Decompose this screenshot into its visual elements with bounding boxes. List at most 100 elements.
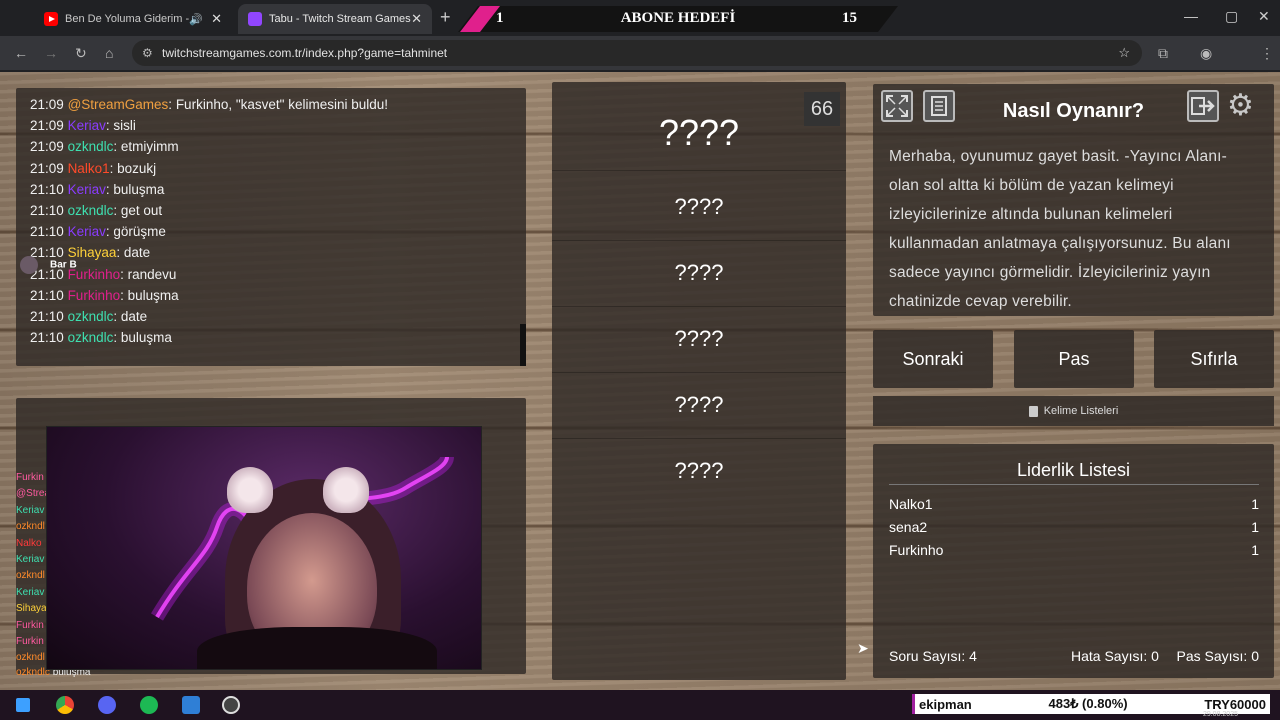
- chat-time: 21:10: [30, 330, 64, 346]
- chat-text: görüşme: [109, 224, 166, 240]
- exit-icon[interactable]: [1187, 90, 1219, 122]
- close-window-icon[interactable]: ✕: [1258, 8, 1270, 25]
- chat-username[interactable]: ozkndlc: [68, 139, 114, 154]
- chat-username[interactable]: ozkndlc: [68, 203, 114, 218]
- taboo-word: ????: [674, 392, 724, 417]
- side-chat-name: Keriav: [16, 554, 45, 566]
- menu-icon[interactable]: ⋮: [1260, 45, 1274, 62]
- tab-bar: Ben De Yoluma Giderim - Y 🔊 ✕ Tabu - Twi…: [0, 0, 1280, 36]
- overlay-user-badge: Bar B: [20, 256, 77, 274]
- profile-icon[interactable]: ◉: [1200, 45, 1212, 62]
- discord-icon[interactable]: [98, 696, 116, 714]
- chat-panel: 21:09 @StreamGames: Furkinho, "kasvet" k…: [16, 88, 526, 366]
- chat-message: 21:09 ozkndlc: etmiyimm: [30, 136, 512, 157]
- reload-icon[interactable]: ↻: [75, 45, 87, 62]
- chat-scrollbar[interactable]: [520, 324, 526, 366]
- obs-icon[interactable]: [222, 696, 240, 714]
- close-tab-icon[interactable]: ✕: [411, 11, 422, 27]
- chat-username[interactable]: Keriav: [68, 118, 106, 133]
- taskbar-date: 29.08.2025: [1202, 711, 1238, 718]
- chat-username[interactable]: Keriav: [68, 182, 106, 197]
- player-name: Nalko1: [889, 496, 933, 512]
- new-tab-button[interactable]: +: [440, 7, 451, 28]
- word-lists-button[interactable]: Kelime Listeleri: [873, 396, 1274, 426]
- webcam-feed: [46, 426, 482, 670]
- tab-title: Tabu - Twitch Stream Games: [269, 13, 411, 25]
- chat-message: 21:09 Nalko1: bozukj: [30, 158, 512, 179]
- chat-time: 21:09: [30, 118, 64, 134]
- chat-time: 21:10: [30, 287, 64, 303]
- chat-text: buluşma: [117, 330, 172, 346]
- chat-time: 21:09: [30, 97, 64, 112]
- forward-icon[interactable]: →: [44, 45, 58, 61]
- shirt: [197, 627, 437, 669]
- divider: [552, 240, 846, 241]
- maximize-icon[interactable]: ▢: [1225, 8, 1238, 25]
- chat-message: 21:09 Keriav: sisli: [30, 115, 512, 136]
- spotify-icon[interactable]: [140, 696, 158, 714]
- chat-text: randevu: [123, 266, 177, 282]
- main-word: ????: [658, 112, 740, 153]
- tab-youtube[interactable]: Ben De Yoluma Giderim - Y 🔊 ✕: [34, 4, 232, 34]
- chat-text: get out: [117, 203, 163, 219]
- chat-username[interactable]: Furkinho: [68, 288, 121, 303]
- ticker-change: 483₺ (0.80%): [1048, 696, 1128, 711]
- side-chat-name: Sihaya: [16, 603, 47, 615]
- chat-time: 21:09: [30, 160, 64, 176]
- chat-text: bozukj: [113, 160, 157, 176]
- chat-message: 21:10 ozkndlc: buluşma: [30, 327, 512, 348]
- side-chat-name: ozkndl: [16, 652, 45, 664]
- goal-target: 15: [842, 10, 857, 26]
- chat-username[interactable]: @StreamGames: [68, 97, 169, 112]
- reset-button[interactable]: Sıfırla: [1154, 330, 1274, 388]
- error-count: Hata Sayısı: 0: [1071, 648, 1159, 664]
- tab-twitch-stream-games[interactable]: Tabu - Twitch Stream Games ✕: [238, 4, 432, 34]
- avatar: [20, 256, 38, 274]
- divider: [552, 438, 846, 439]
- url-input[interactable]: ⚙ twitchstreamgames.com.tr/index.php?gam…: [132, 40, 1142, 66]
- chat-text: Furkinho, "kasvet" kelimesini buldu!: [172, 97, 388, 112]
- extensions-icon[interactable]: ⧉: [1158, 45, 1168, 62]
- word-lists-label: Kelime Listeleri: [1043, 405, 1119, 417]
- player-score: 1: [1251, 496, 1259, 512]
- ear-left: [227, 467, 273, 513]
- pass-count: Pas Sayısı: 0: [1176, 648, 1259, 664]
- chat-text: buluşma: [123, 287, 179, 303]
- chat-username[interactable]: Keriav: [68, 224, 106, 239]
- side-chat-name: Furkin: [16, 636, 44, 648]
- close-tab-icon[interactable]: ✕: [211, 11, 222, 27]
- bookmark-star-icon[interactable]: ☆: [1118, 45, 1130, 61]
- game-page: 21:09 @StreamGames: Furkinho, "kasvet" k…: [0, 72, 1280, 690]
- chat-text: sisli: [109, 118, 136, 134]
- chat-message: 21:09 @StreamGames: Furkinho, "kasvet" k…: [30, 94, 512, 115]
- app-icon[interactable]: [182, 696, 200, 714]
- twitch-icon: [248, 12, 262, 26]
- side-chat-name: ozkndl: [16, 521, 45, 533]
- taboo-word: ????: [674, 194, 724, 219]
- chat-username[interactable]: ozkndlc: [68, 330, 114, 345]
- windows-start-icon[interactable]: [16, 698, 30, 712]
- ticker-target: TRY60000: [1204, 696, 1266, 712]
- mouse-cursor-icon: ➤: [857, 640, 869, 656]
- side-chat-last-user: ozkndlc: [16, 667, 50, 678]
- chat-username[interactable]: ozkndlc: [68, 309, 114, 324]
- settings-gear-icon[interactable]: ⚙: [1227, 88, 1254, 123]
- chat-messages: 21:09 @StreamGames: Furkinho, "kasvet" k…: [30, 94, 512, 348]
- side-chat-name: Furkin: [16, 619, 44, 631]
- chrome-icon[interactable]: [56, 696, 74, 714]
- chat-username[interactable]: Nalko1: [68, 161, 110, 176]
- pass-button[interactable]: Pas: [1014, 330, 1134, 388]
- player-score: 1: [1251, 542, 1259, 558]
- taboo-word: ????: [674, 260, 724, 285]
- address-bar: ← → ↻ ⌂ ⚙ twitchstreamgames.com.tr/index…: [0, 36, 1280, 70]
- chat-time: 21:09: [30, 139, 64, 155]
- minimize-icon[interactable]: —: [1184, 8, 1198, 24]
- site-info-icon[interactable]: ⚙: [142, 46, 153, 60]
- chat-message: 21:10 ozkndlc: get out: [30, 200, 512, 221]
- leaderboard-row: Nalko1 1: [889, 496, 1259, 512]
- side-chat-name: Keriav: [16, 586, 45, 598]
- home-icon[interactable]: ⌂: [105, 45, 113, 61]
- back-icon[interactable]: ←: [14, 45, 28, 61]
- next-button[interactable]: Sonraki: [873, 330, 993, 388]
- speaker-icon[interactable]: 🔊: [189, 13, 203, 26]
